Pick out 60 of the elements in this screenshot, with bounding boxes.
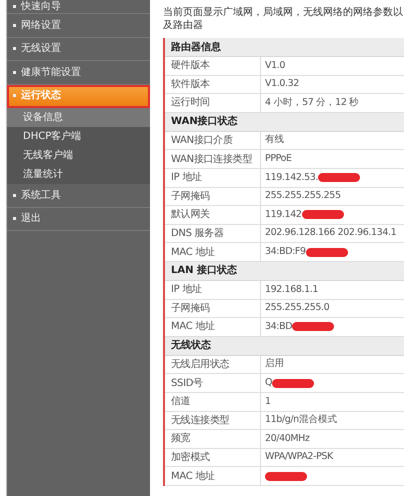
menu-item[interactable]: 无线设置 [7, 38, 150, 61]
section-header: 路由器信息 [165, 38, 404, 57]
value-cell-text: 有线 [265, 133, 284, 148]
label-cell: IP 地址 [165, 280, 261, 299]
menu-item[interactable]: 网络设置 [7, 14, 150, 38]
label-cell: 子网掩码 [165, 188, 261, 206]
value-cell-text: WPA/WPA2-PSK [265, 450, 333, 464]
bullet-icon [13, 5, 16, 8]
submenu-item[interactable]: DHCP客户端 [7, 127, 150, 146]
value-cell-text: 34:BD [265, 320, 292, 334]
section-header: WAN接口状态 [165, 112, 404, 132]
value-cell-text: 启用 [265, 357, 284, 372]
bullet-icon [13, 194, 16, 197]
page-description: 当前页面显示广域网，局域网，无线网络的网络参数以及路由器 [163, 6, 404, 32]
label-cell: IP 地址 [165, 168, 261, 187]
value-cell: PPPoE [265, 152, 292, 166]
label-cell: WAN接口连接类型 [165, 150, 261, 168]
bullet-icon [13, 47, 16, 50]
value-cell: 1 [265, 394, 271, 409]
value-cell-text: 4 小时，57 分，12 秒 [265, 96, 359, 110]
label-cell: 运行时间 [165, 94, 261, 112]
label-cell: 加密模式 [165, 448, 261, 466]
bullet-icon [13, 24, 16, 27]
value-cell: 34:BD:F9 [265, 245, 306, 260]
bullet-icon [13, 94, 16, 98]
label-cell: 默认网关 [165, 206, 261, 224]
section-header: 无线状态 [165, 336, 404, 356]
label-cell: 无线连接类型 [165, 412, 261, 430]
label-cell: 信道 [165, 392, 261, 410]
menu-item[interactable]: 退出 [7, 208, 150, 231]
label-cell: SSID号 [165, 374, 261, 392]
bullet-icon [13, 70, 16, 74]
label-cell: MAC 地址 [165, 467, 261, 485]
label-cell: WAN接口介质 [165, 132, 261, 150]
label-cell: 子网掩码 [165, 300, 261, 318]
value-cell: 192.168.1.1 [265, 282, 318, 297]
label-cell: DNS 服务器 [165, 224, 261, 242]
value-cell-text: 202.96.128.166 202.96.134.1 [265, 226, 396, 240]
label-cell: 无线启用状态 [165, 356, 261, 374]
submenu-item[interactable]: 无线客户端 [7, 146, 150, 165]
value-cell: V1.0 [265, 58, 286, 73]
menu-item[interactable]: 系统工具 [7, 184, 150, 208]
value-cell-text: V1.0.32 [265, 77, 299, 92]
value-cell: 119.142.53. [265, 170, 318, 185]
bullet-icon [13, 217, 16, 220]
submenu-item[interactable]: 设备信息 [7, 108, 150, 127]
value-cell-text: 119.142 [265, 208, 302, 222]
value-cell: 11b/g/n混合模式 [265, 413, 338, 428]
menu-item[interactable]: 快速向导 [7, 0, 150, 14]
label-cell: 软件版本 [165, 76, 261, 94]
value-cell-text: Q [265, 376, 272, 390]
label-cell: MAC 地址 [165, 318, 261, 336]
value-cell-text: 20/40MHz [265, 432, 310, 446]
label-cell: 频宽 [165, 430, 261, 448]
value-cell: 255.255.255.0 [265, 301, 330, 316]
label-cell: 硬件版本 [165, 57, 261, 75]
label-cell: MAC 地址 [165, 243, 261, 261]
value-cell: 255.255.255.255 [265, 189, 341, 204]
section-header: LAN 接口状态 [165, 262, 404, 281]
submenu-item[interactable]: 流量统计 [7, 165, 150, 184]
